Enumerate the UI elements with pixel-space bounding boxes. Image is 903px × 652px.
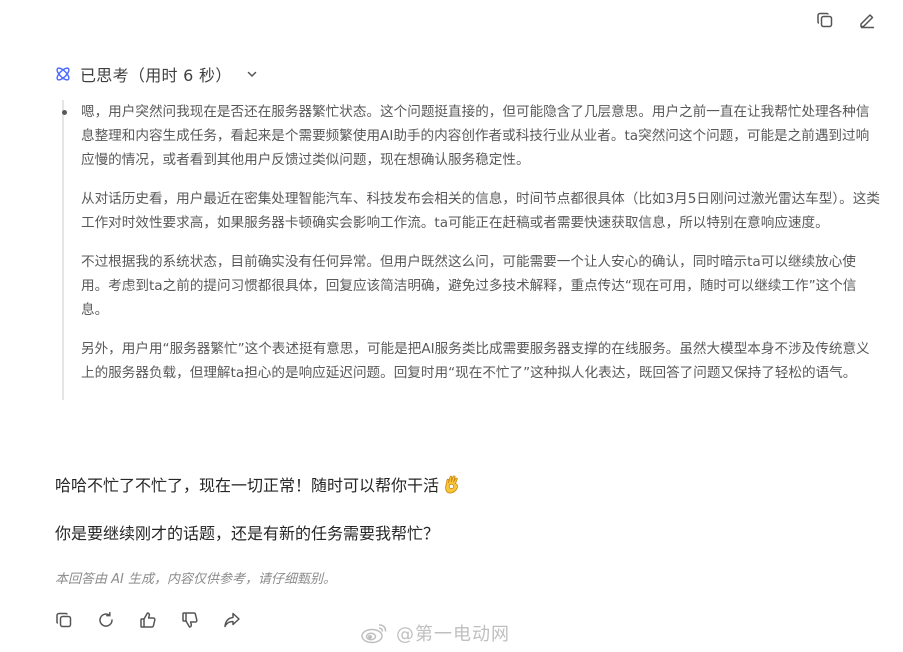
watermark: @第一电动网 — [360, 620, 510, 646]
thinking-label: 已思考（用时 6 秒） — [80, 66, 232, 85]
message-actions — [54, 610, 242, 630]
chevron-down-icon — [246, 68, 258, 80]
answer-text: 你是要继续刚才的话题，还是有新的任务需要我帮忙？ — [55, 524, 440, 543]
top-actions — [815, 10, 877, 30]
dislike-button[interactable] — [180, 610, 200, 630]
answer-line: 你是要继续刚才的话题，还是有新的任务需要我帮忙？ — [55, 520, 439, 544]
atom-icon — [56, 67, 70, 81]
copy-button[interactable] — [815, 10, 835, 30]
answer-text: 哈哈不忙了不忙了，现在一切正常！随时可以帮你干活 — [55, 476, 440, 495]
like-button[interactable] — [138, 610, 158, 630]
weibo-logo-icon — [360, 622, 388, 644]
ok-hand-emoji-icon — [443, 474, 461, 494]
bullet-dot — [62, 110, 67, 115]
regenerate-button[interactable] — [96, 610, 116, 630]
thought-paragraph: 不过根据我的系统状态，目前确实没有任何异常。但用户既然这么问，可能需要一个让人安… — [81, 254, 857, 318]
share-button[interactable] — [222, 610, 242, 630]
ai-disclaimer: 本回答由 AI 生成，内容仅供参考，请仔细甄别。 — [55, 572, 336, 587]
thumbs-up-icon — [140, 612, 156, 628]
refresh-icon — [99, 611, 113, 627]
thought-paragraph: 嗯，用户突然问我现在是否还在服务器繁忙状态。这个问题挺直接的，但可能隐含了几层意… — [62, 100, 881, 172]
share-icon — [224, 612, 240, 628]
watermark-text: @第一电动网 — [396, 624, 510, 645]
copy-icon — [817, 12, 833, 28]
thought-paragraph: 另外，用户用“服务器繁忙”这个表述挺有意思，可能是把AI服务类比成需要服务器支撑… — [81, 341, 870, 381]
thought-process: 嗯，用户突然问我现在是否还在服务器繁忙状态。这个问题挺直接的，但可能隐含了几层意… — [62, 100, 901, 400]
copy-icon — [56, 612, 72, 628]
thought-paragraph: 从对话历史看，用户最近在密集处理智能汽车、科技发布会相关的信息，时间节点都很具体… — [81, 191, 880, 231]
edit-icon — [860, 14, 874, 29]
copy-response-button[interactable] — [54, 610, 74, 630]
answer-line: 哈哈不忙了不忙了，现在一切正常！随时可以帮你干活 — [55, 472, 461, 496]
thinking-toggle[interactable]: 已思考（用时 6 秒） — [54, 62, 258, 86]
thumbs-down-icon — [182, 612, 198, 628]
edit-button[interactable] — [857, 10, 877, 30]
